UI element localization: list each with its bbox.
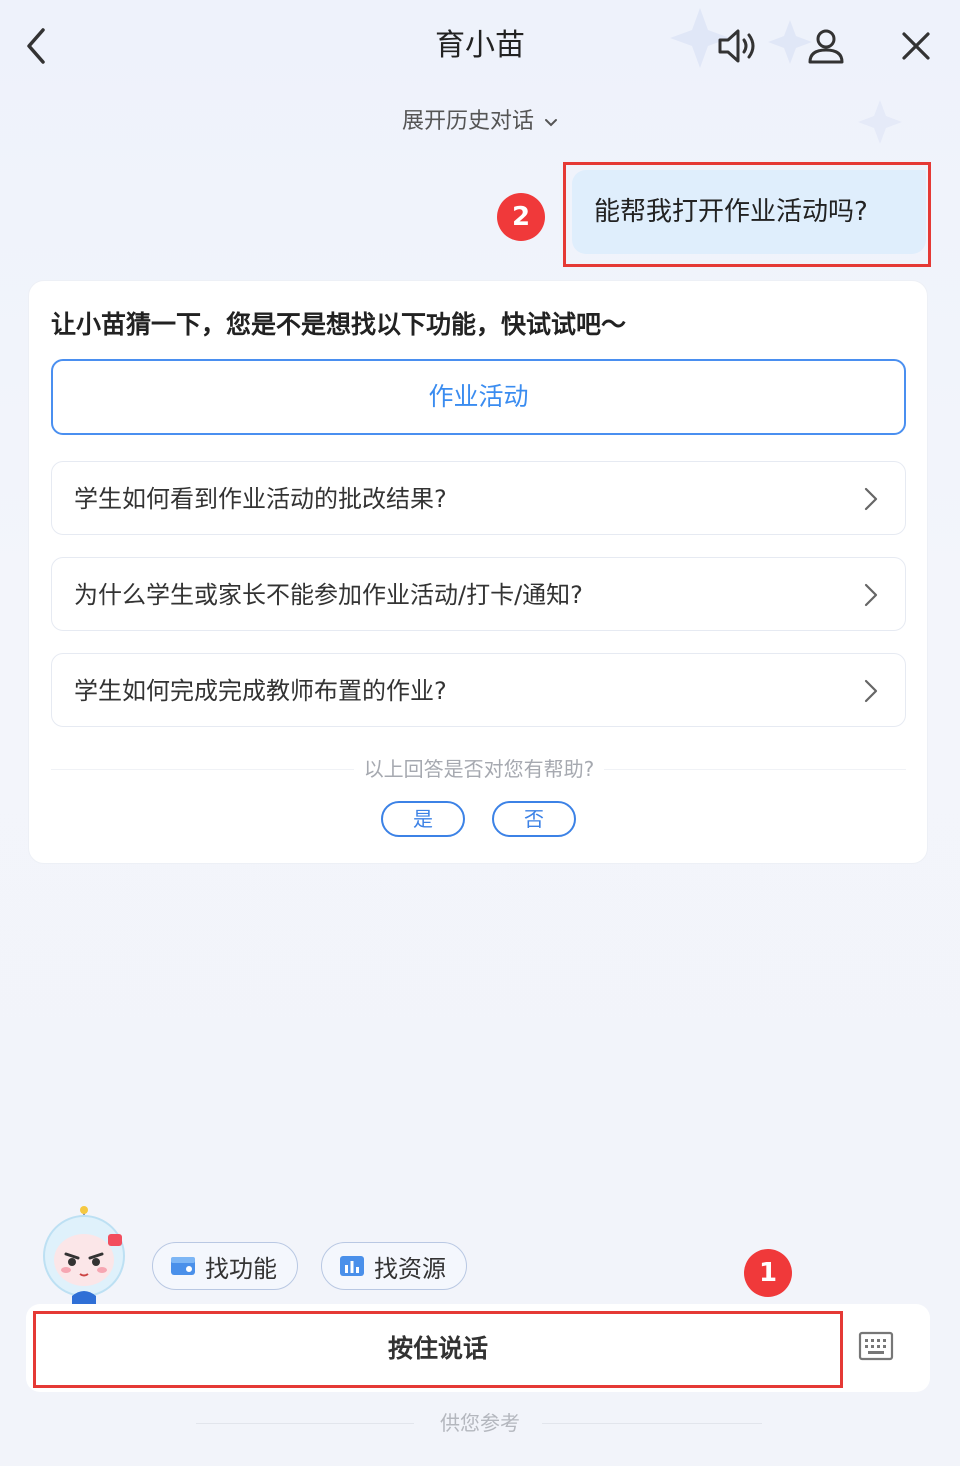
chevron-right-icon xyxy=(864,679,878,703)
helpful-prompt-row: 以上回答是否对您有帮助? xyxy=(29,753,929,785)
suggested-question[interactable]: 学生如何看到作业活动的批改结果? xyxy=(51,461,906,535)
question-text: 学生如何看到作业活动的批改结果? xyxy=(74,485,447,513)
helpful-prompt: 以上回答是否对您有帮助? xyxy=(353,757,605,781)
chart-folder-icon xyxy=(340,1256,364,1276)
speaker-button[interactable] xyxy=(714,22,762,70)
footer-line-left xyxy=(196,1423,414,1424)
back-button[interactable] xyxy=(12,22,60,70)
mascot-avatar xyxy=(43,1206,125,1304)
footer-line-right xyxy=(542,1423,762,1424)
close-icon xyxy=(902,32,930,60)
find-feature-label: 找功能 xyxy=(205,1254,277,1283)
find-feature-chip[interactable]: 找功能 xyxy=(152,1242,298,1290)
footer: 供您参考 xyxy=(0,1408,960,1438)
suggested-question[interactable]: 学生如何完成完成教师布置的作业? xyxy=(51,653,906,727)
speaker-icon xyxy=(718,29,755,63)
question-text: 为什么学生或家长不能参加作业活动/打卡/通知? xyxy=(74,581,583,609)
card-title: 让小苗猜一下，您是不是想找以下功能，快试试吧～ xyxy=(51,310,627,339)
bot-response-card: 让小苗猜一下，您是不是想找以下功能，快试试吧～ 作业活动 学生如何看到作业活动的… xyxy=(28,280,928,864)
annotation-badge-1: 1 xyxy=(744,1249,792,1297)
footer-disclaimer: 供您参考 xyxy=(440,1411,520,1435)
expand-history-label: 展开历史对话 xyxy=(401,109,534,134)
chevron-left-icon xyxy=(27,28,45,64)
chevron-right-icon xyxy=(864,583,878,607)
find-resource-chip[interactable]: 找资源 xyxy=(321,1242,467,1290)
keyboard-icon xyxy=(858,1331,894,1361)
chevron-right-icon xyxy=(864,487,878,511)
feedback-no-button[interactable]: 否 xyxy=(492,801,576,837)
page-title: 育小苗 xyxy=(435,28,525,63)
annotation-badge-2: 2 xyxy=(497,193,545,241)
profile-button[interactable] xyxy=(802,22,850,70)
chevron-down-icon xyxy=(544,106,558,138)
question-text: 学生如何完成完成教师布置的作业? xyxy=(74,677,447,705)
find-resource-label: 找资源 xyxy=(374,1254,446,1283)
feature-option-homework-activity[interactable]: 作业活动 xyxy=(51,359,906,435)
annotation-box-1 xyxy=(33,1311,843,1388)
keyboard-toggle-button[interactable] xyxy=(858,1330,894,1366)
suggested-question[interactable]: 为什么学生或家长不能参加作业活动/打卡/通知? xyxy=(51,557,906,631)
user-icon xyxy=(808,29,844,64)
expand-history-button[interactable]: 展开历史对话 xyxy=(330,106,630,138)
feedback-yes-button[interactable]: 是 xyxy=(381,801,465,837)
annotation-box-2 xyxy=(563,162,931,267)
wallet-icon xyxy=(171,1257,195,1275)
close-button[interactable] xyxy=(892,22,940,70)
